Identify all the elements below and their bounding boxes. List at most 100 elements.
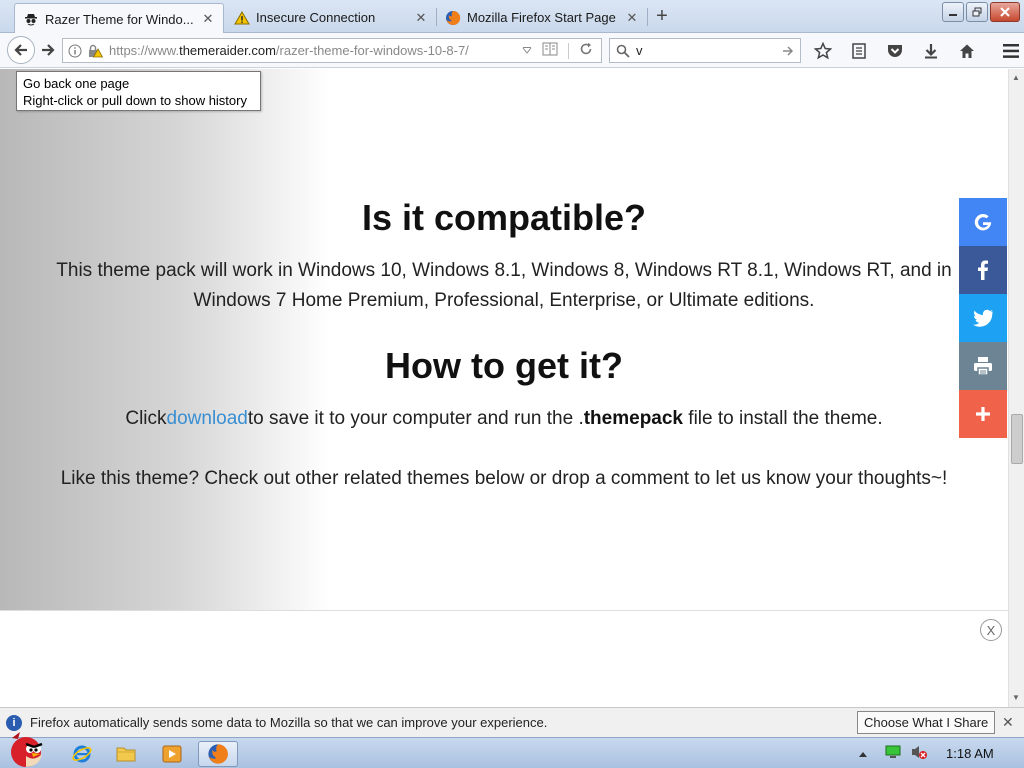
minimize-button[interactable] — [942, 2, 964, 22]
new-tab-button[interactable]: + — [652, 6, 672, 26]
google-icon — [974, 213, 992, 231]
url-text[interactable]: https://www.themeraider.com/razer-theme-… — [109, 43, 522, 58]
reader-view-icon[interactable] — [542, 42, 558, 59]
ad-area: X — [0, 610, 1008, 707]
share-facebook-button[interactable] — [959, 246, 1007, 294]
tab-razer-theme[interactable]: Razer Theme for Windo... ✕ — [14, 3, 224, 34]
tab-label: Mozilla Firefox Start Page — [467, 10, 616, 25]
search-bar[interactable]: v — [609, 38, 801, 63]
heading-compatible: Is it compatible? — [361, 197, 647, 238]
plus-icon — [976, 407, 990, 421]
hamburger-menu-icon[interactable] — [1000, 40, 1022, 62]
bookmarks-menu-icon[interactable] — [848, 40, 870, 62]
taskbar-clock[interactable]: 1:18 AM — [946, 746, 994, 761]
taskbar-firefox[interactable] — [198, 741, 238, 767]
social-share-bar — [959, 198, 1007, 438]
notification-text: Firefox automatically sends some data to… — [30, 715, 548, 730]
start-button[interactable] — [4, 728, 50, 768]
tooltip-line: Right-click or pull down to show history — [23, 93, 247, 108]
close-window-button[interactable] — [990, 2, 1020, 22]
folder-icon — [116, 747, 136, 762]
insecure-lock-icon[interactable] — [87, 43, 103, 59]
taskbar: 1:18 AM — [0, 732, 1024, 768]
ad-close-button[interactable]: X — [980, 619, 1002, 641]
minimize-icon — [949, 14, 957, 16]
share-google-button[interactable] — [959, 198, 1007, 246]
tab-firefox-start[interactable]: Mozilla Firefox Start Page ✕ — [437, 2, 647, 33]
reload-icon[interactable] — [579, 42, 593, 59]
back-button-tooltip: Go back one page Right-click or pull dow… — [16, 71, 261, 111]
bookmark-star-icon[interactable] — [812, 40, 834, 62]
media-player-icon — [162, 745, 182, 763]
firefox-icon — [208, 744, 228, 764]
twitter-icon — [973, 309, 993, 327]
pocket-icon[interactable] — [884, 40, 906, 62]
vertical-scrollbar[interactable]: ▲ ▼ — [1008, 69, 1024, 707]
back-arrow-icon — [14, 44, 27, 56]
text-segment: to save it to your computer and run the … — [247, 408, 584, 429]
internet-explorer-icon — [72, 745, 92, 763]
search-icon — [616, 44, 630, 58]
text-line: Windows 7 Home Premium, Professional, En… — [193, 290, 815, 311]
paragraph-download: Clickdownloadto save it to your computer… — [0, 404, 1008, 434]
url-bar[interactable]: https://www.themeraider.com/razer-theme-… — [62, 38, 602, 63]
search-go-icon[interactable] — [782, 45, 794, 57]
angry-bird-icon — [11, 732, 43, 767]
download-link[interactable]: download — [167, 408, 248, 429]
search-input[interactable]: v — [636, 43, 782, 58]
close-icon[interactable]: ✕ — [1002, 714, 1014, 731]
back-button[interactable] — [7, 36, 35, 64]
network-icon[interactable] — [884, 744, 902, 763]
close-icon[interactable]: ✕ — [625, 10, 639, 25]
share-more-button[interactable] — [959, 390, 1007, 438]
restore-button[interactable] — [966, 2, 988, 22]
scroll-down-icon[interactable]: ▼ — [1012, 693, 1020, 702]
taskbar-internet-explorer[interactable] — [62, 741, 102, 767]
scroll-thumb[interactable] — [1011, 414, 1023, 464]
restore-icon — [972, 7, 982, 17]
heading-how-to-get: How to get it? — [385, 345, 623, 386]
tooltip-line: Go back one page — [23, 76, 130, 91]
toolbar-icons — [812, 40, 1022, 62]
tab-insecure-connection[interactable]: Insecure Connection ✕ — [226, 2, 436, 33]
text-segment: Click — [125, 408, 167, 429]
tab-label: Razer Theme for Windo... — [45, 11, 194, 27]
url-domain: themeraider.com — [179, 43, 276, 58]
scroll-up-icon[interactable]: ▲ — [1012, 73, 1020, 82]
notification-bar: i Firefox automatically sends some data … — [0, 707, 1024, 737]
print-icon — [974, 357, 992, 376]
share-print-button[interactable] — [959, 342, 1007, 390]
window-controls — [942, 2, 1020, 22]
url-path: /razer-theme-for-windows-10-8-7/ — [275, 43, 469, 58]
info-icon[interactable] — [67, 43, 83, 59]
spy-icon — [23, 11, 39, 27]
url-prefix: https://www. — [109, 43, 180, 58]
close-icon — [1000, 7, 1010, 17]
tray-expand-icon[interactable] — [858, 746, 868, 761]
warning-icon — [234, 10, 250, 26]
paragraph-compatibility: This theme pack will work in Windows 10,… — [0, 256, 1008, 316]
tab-separator — [647, 8, 648, 26]
facebook-icon — [978, 260, 988, 280]
taskbar-file-explorer[interactable] — [106, 741, 146, 767]
close-icon[interactable]: ✕ — [201, 11, 215, 26]
navigation-bar: https://www.themeraider.com/razer-theme-… — [0, 33, 1024, 68]
home-icon[interactable] — [956, 40, 978, 62]
download-icon[interactable] — [920, 40, 942, 62]
divider — [568, 42, 569, 59]
share-twitter-button[interactable] — [959, 294, 1007, 342]
page-content: Is it compatible? This theme pack will w… — [0, 69, 1008, 707]
forward-arrow-icon — [42, 44, 55, 56]
taskbar-media-player[interactable] — [152, 741, 192, 767]
paragraph-feedback: Like this theme? Check out other related… — [60, 468, 948, 489]
choose-what-i-share-button[interactable]: Choose What I Share — [857, 711, 996, 734]
text-line: This theme pack will work in Windows 10,… — [56, 260, 952, 281]
dropdown-icon[interactable] — [522, 44, 532, 58]
close-icon[interactable]: ✕ — [414, 10, 428, 25]
text-segment: file to install the theme. — [683, 408, 883, 429]
system-tray — [858, 744, 928, 763]
forward-button[interactable] — [38, 40, 58, 60]
url-bar-actions — [522, 42, 593, 59]
volume-muted-icon[interactable] — [910, 744, 928, 763]
themepack-text: themepack — [583, 408, 684, 429]
